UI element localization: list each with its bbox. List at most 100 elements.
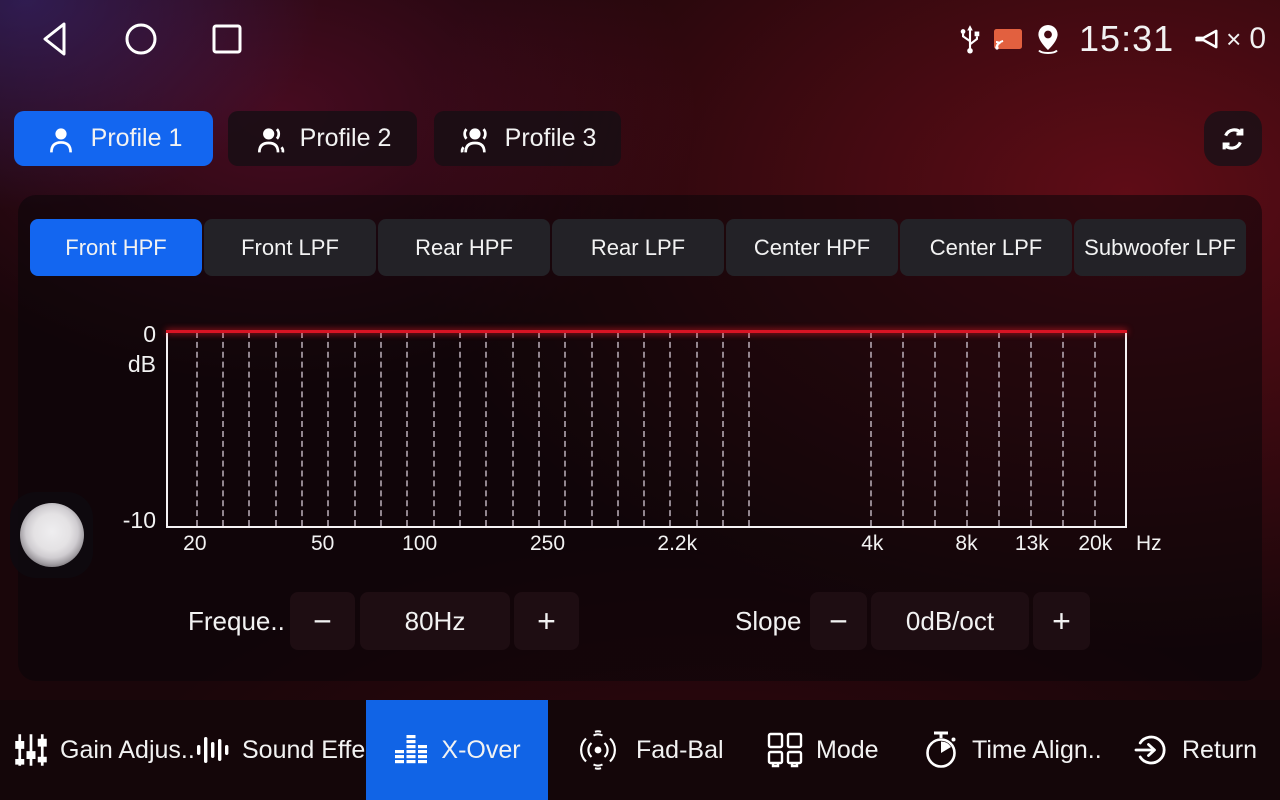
frequency-value-text: 80Hz [405,606,466,637]
gridline [966,332,968,526]
refresh-icon [1217,123,1249,155]
back-button[interactable] [36,20,74,58]
plus-icon: + [1052,603,1071,640]
gridline [248,332,250,526]
fad-bal-icon [572,729,624,771]
tab-label: Center LPF [930,235,1043,261]
gridline [380,332,382,526]
reset-profile-button[interactable] [1204,111,1262,166]
tab-label: Center HPF [754,235,870,261]
y-tick-0: 0 [92,321,156,348]
tab-rear-lpf[interactable]: Rear LPF [552,219,724,276]
tab-label: Rear HPF [415,235,513,261]
frequency-response-chart[interactable] [166,330,1127,528]
gridline [564,332,566,526]
nav-fad-bal[interactable]: Fad-Bal [572,700,724,800]
nav-label: Time Align.. [972,736,1102,765]
nav-label: Mode [816,736,879,765]
gridline [1062,332,1064,526]
slope-label: Slope [735,592,802,650]
tab-rear-hpf[interactable]: Rear HPF [378,219,550,276]
gridline [591,332,593,526]
gain-adjust-icon [14,732,48,768]
x-tick-label: 20 [183,532,206,556]
gridline [669,332,671,526]
tab-label: Subwoofer LPF [1084,235,1236,261]
x-tick-label: 13k [1015,532,1049,556]
volume-indicator[interactable]: × 0 [1192,22,1266,56]
y-axis-label: dB [92,351,156,378]
gridline [617,332,619,526]
gridline [748,332,750,526]
android-nav-keys [36,18,246,60]
location-icon [1033,23,1063,55]
nav-label: X-Over [441,736,520,765]
gridline [538,332,540,526]
volume-mute-mark: × [1226,24,1241,55]
gridline [485,332,487,526]
nav-time-align[interactable]: Time Align.. [922,700,1102,800]
gridline [433,332,435,526]
tab-front-lpf[interactable]: Front LPF [204,219,376,276]
sound-effects-icon [196,732,230,768]
nav-x-over[interactable]: X-Over [366,700,548,800]
gridline [696,332,698,526]
frequency-label: Freque.. [188,592,285,650]
chart-xticks: 20501002502.2k4k8k13k20k [166,532,1127,562]
x-tick-label: 4k [861,532,883,556]
profile-1-button[interactable]: Profile 1 [14,111,213,166]
tab-label: Rear LPF [591,235,685,261]
slope-minus-button[interactable]: − [810,592,867,650]
nav-return[interactable]: Return [1132,700,1257,800]
frequency-value: 80Hz [360,592,510,650]
x-tick-label: 2.2k [657,532,697,556]
time-align-icon [922,730,960,770]
head-unit-screen: 15:31 × 0 Profile 1 [0,0,1280,800]
home-button[interactable] [122,20,160,58]
gridline [301,332,303,526]
usb-icon [957,23,983,55]
clock: 15:31 [1079,18,1174,60]
return-icon [1132,731,1170,769]
gridline [327,332,329,526]
profile-1-label: Profile 1 [91,124,183,153]
nav-sound-effects[interactable]: Sound Effe.. [196,700,379,800]
nav-label: Gain Adjus.. [60,736,195,765]
frequency-minus-button[interactable]: − [290,592,355,650]
mode-icon [766,731,804,769]
gridline [1030,332,1032,526]
gridline [722,332,724,526]
volume-muted-icon [1192,24,1222,54]
profile-3-button[interactable]: Profile 3 [434,111,621,166]
profile-2-button[interactable]: Profile 2 [228,111,417,166]
recents-button[interactable] [208,20,246,58]
minus-icon: − [829,603,848,640]
x-axis-unit: Hz [1136,532,1162,556]
profile-2-label: Profile 2 [300,124,392,153]
response-line [166,330,1127,333]
tab-label: Front LPF [241,235,339,261]
bottom-nav: Gain Adjus.. Sound Effe.. [0,700,1280,800]
cast-icon [993,27,1023,51]
nav-gain-adjust[interactable]: Gain Adjus.. [14,700,195,800]
gridline [934,332,936,526]
nav-mode[interactable]: Mode [766,700,879,800]
x-tick-label: 50 [311,532,334,556]
gridline [196,332,198,526]
status-bar: 15:31 × 0 [0,0,1280,78]
tab-subwoofer-lpf[interactable]: Subwoofer LPF [1074,219,1246,276]
gridline [643,332,645,526]
filter-tabs: Front HPF Front LPF Rear HPF Rear LPF Ce… [30,219,1246,276]
gridline [870,332,872,526]
frequency-plus-button[interactable]: + [514,592,579,650]
x-tick-label: 8k [955,532,977,556]
tab-front-hpf[interactable]: Front HPF [30,219,202,276]
tab-center-lpf[interactable]: Center LPF [900,219,1072,276]
nav-label: Sound Effe.. [242,736,379,765]
slope-plus-button[interactable]: + [1033,592,1090,650]
profile-1-icon [45,123,77,155]
xover-panel: Front HPF Front LPF Rear HPF Rear LPF Ce… [18,195,1262,681]
tab-center-hpf[interactable]: Center HPF [726,219,898,276]
gridline [512,332,514,526]
floating-knob-button[interactable] [10,492,93,578]
